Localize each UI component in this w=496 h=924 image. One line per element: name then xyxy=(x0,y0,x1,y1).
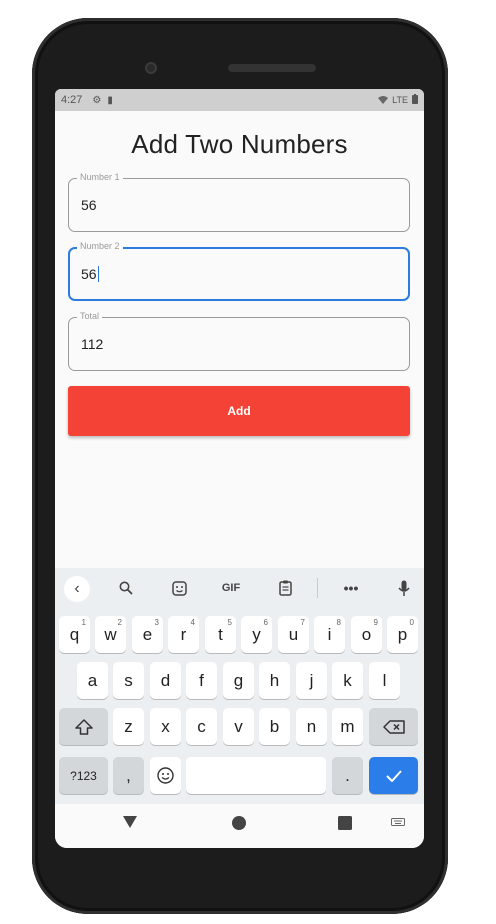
text-caret xyxy=(97,266,99,282)
more-icon[interactable]: ••• xyxy=(339,578,363,598)
camera-icon xyxy=(145,62,157,74)
key-c[interactable]: c xyxy=(186,708,217,745)
emoji-icon xyxy=(157,767,174,784)
page-title: Add Two Numbers xyxy=(131,129,348,159)
sticker-icon[interactable] xyxy=(168,578,190,598)
total-label: Total xyxy=(77,311,103,321)
add-button[interactable]: Add xyxy=(68,386,410,436)
comma-key[interactable]: , xyxy=(113,757,144,794)
key-i[interactable]: i8 xyxy=(314,616,345,653)
number1-field[interactable]: Number 1 56 xyxy=(68,172,410,232)
key-j[interactable]: j xyxy=(296,662,327,699)
key-a[interactable]: a xyxy=(77,662,108,699)
gear-icon: ⚙ xyxy=(92,94,102,106)
search-icon[interactable] xyxy=(115,578,137,598)
key-u[interactable]: u7 xyxy=(278,616,309,653)
total-field[interactable]: Total 112 xyxy=(68,311,410,371)
key-f[interactable]: f xyxy=(186,662,217,699)
number1-value: 56 xyxy=(81,197,97,213)
key-t[interactable]: t5 xyxy=(205,616,236,653)
key-k[interactable]: k xyxy=(332,662,363,699)
key-e[interactable]: e3 xyxy=(132,616,163,653)
battery-icon xyxy=(412,94,418,106)
key-n[interactable]: n xyxy=(296,708,327,745)
sd-card-icon: ▮ xyxy=(107,94,113,106)
wifi-icon xyxy=(378,95,389,106)
key-l[interactable]: l xyxy=(369,662,400,699)
enter-key[interactable] xyxy=(369,757,418,794)
key-h[interactable]: h xyxy=(259,662,290,699)
period-key[interactable]: . xyxy=(332,757,363,794)
shift-key[interactable] xyxy=(59,708,108,745)
key-g[interactable]: g xyxy=(223,662,254,699)
emoji-key[interactable] xyxy=(150,757,181,794)
gif-button[interactable]: GIF xyxy=(216,578,246,598)
status-right: LTE xyxy=(378,94,418,106)
key-r[interactable]: r4 xyxy=(168,616,199,653)
mic-icon[interactable] xyxy=(395,578,413,598)
space-key[interactable] xyxy=(186,757,326,794)
screen: 4:27 ⚙ ▮ LTE Add Two Numbers Number 1 56… xyxy=(55,89,424,848)
key-m[interactable]: m xyxy=(332,708,363,745)
home-circle-icon[interactable] xyxy=(232,816,246,830)
soft-keyboard: ‹ GIF ••• q1 w2 e3 r4 t5 y6 u7 i8 o9 p 0… xyxy=(55,568,424,804)
number2-label: Number 2 xyxy=(77,241,123,251)
key-w[interactable]: w2 xyxy=(95,616,126,653)
key-y[interactable]: y6 xyxy=(241,616,272,653)
keyboard-toolbar: ‹ GIF ••• xyxy=(55,568,424,608)
key-d[interactable]: d xyxy=(150,662,181,699)
key-b[interactable]: b xyxy=(259,708,290,745)
key-s[interactable]: s xyxy=(113,662,144,699)
number2-field[interactable]: Number 2 56 xyxy=(68,241,410,301)
number2-value-wrap: 56 xyxy=(81,266,99,282)
clipboard-icon[interactable] xyxy=(275,578,295,598)
earpiece-speaker xyxy=(228,64,316,72)
key-x[interactable]: x xyxy=(150,708,181,745)
back-icon[interactable]: ‹ xyxy=(64,576,90,602)
backspace-key[interactable] xyxy=(369,708,418,745)
network-type: LTE xyxy=(392,95,408,105)
number1-label: Number 1 xyxy=(77,172,123,182)
key-z[interactable]: z xyxy=(113,708,144,745)
key-q[interactable]: q1 xyxy=(59,616,90,653)
key-o[interactable]: o9 xyxy=(351,616,382,653)
key-v[interactable]: v xyxy=(223,708,254,745)
recents-square-icon[interactable] xyxy=(338,816,352,830)
navigation-bar xyxy=(55,804,424,848)
keyboard-switch-icon[interactable] xyxy=(391,818,405,828)
symbols-key[interactable]: ?123 xyxy=(59,757,108,794)
status-time: 4:27 xyxy=(61,94,83,106)
key-p[interactable]: p0 xyxy=(387,616,418,653)
checkmark-icon xyxy=(385,769,402,782)
backspace-icon xyxy=(382,719,405,734)
shift-icon xyxy=(74,718,93,735)
back-triangle-icon[interactable] xyxy=(123,816,137,828)
number2-value: 56 xyxy=(81,266,97,282)
status-bar: 4:27 ⚙ ▮ LTE xyxy=(55,89,424,111)
total-value: 112 xyxy=(81,336,104,352)
toolbar-divider xyxy=(317,578,318,598)
